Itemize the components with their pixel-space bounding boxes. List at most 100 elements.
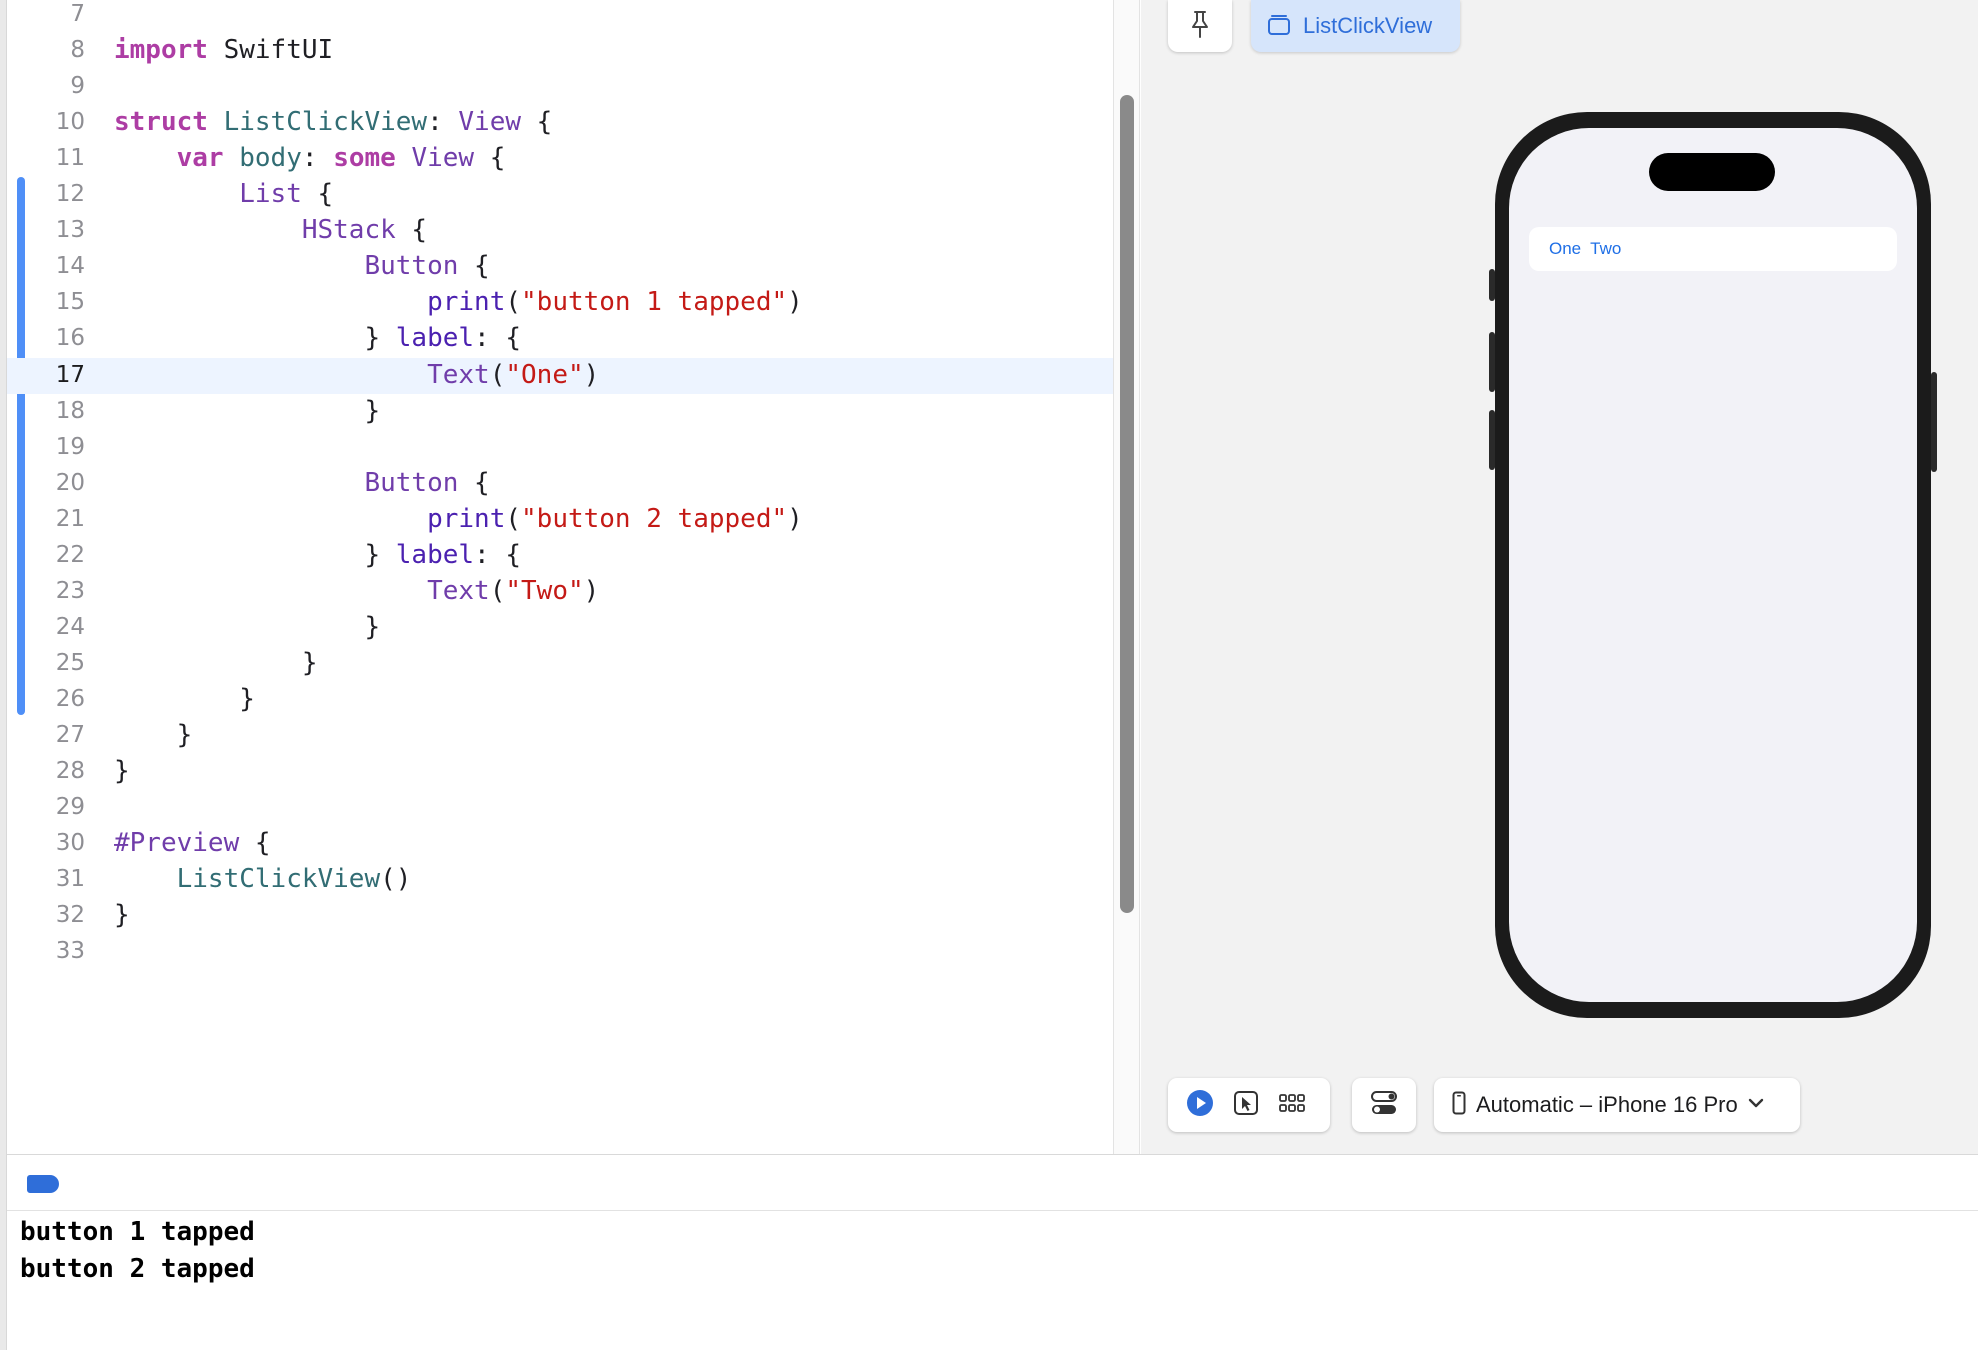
code-token: Text — [427, 575, 490, 606]
line-number: 25 — [55, 649, 85, 676]
iphone-simulator-frame: One Two — [1489, 112, 1937, 1018]
code-line[interactable]: 13 HStack { — [7, 213, 1113, 249]
code-token: { — [395, 215, 428, 246]
code-line[interactable]: 15 print("button 1 tapped") — [7, 285, 1113, 321]
code-line[interactable]: 19 — [7, 430, 1113, 466]
code-line[interactable]: 31 ListClickView() — [7, 862, 1113, 898]
debug-console[interactable]: button 1 tapped button 2 tapped — [7, 1154, 1978, 1350]
code-token: Button — [364, 251, 459, 282]
variants-button[interactable] — [1269, 1078, 1315, 1132]
code-text: struct ListClickView: View { — [114, 107, 552, 137]
code-line[interactable]: 33 — [7, 934, 1113, 970]
code-line[interactable]: 20 Button { — [7, 466, 1113, 502]
code-token: "button 1 tapped" — [521, 287, 788, 318]
code-text: } — [114, 648, 318, 678]
code-text: ListClickView() — [114, 864, 412, 895]
code-line[interactable]: 12 List { — [7, 177, 1113, 213]
code-line[interactable]: 30 #Preview { — [7, 826, 1113, 862]
code-text: print("button 2 tapped") — [114, 504, 803, 534]
code-editor[interactable]: 7 8 import SwiftUI 9 10 struct ListClickView:… — [7, 0, 1113, 1154]
canvas-settings-button[interactable] — [1352, 1078, 1416, 1132]
code-token: { — [474, 143, 506, 174]
code-token: ( — [505, 287, 522, 318]
console-output-line: button 1 tapped — [20, 1217, 255, 1247]
code-line[interactable]: 27 } — [7, 718, 1113, 754]
code-line[interactable]: 10 struct ListClickView: View { — [7, 105, 1113, 141]
live-preview-button[interactable] — [1177, 1078, 1223, 1132]
console-filter-tag[interactable] — [27, 1175, 59, 1193]
code-token: #Preview — [114, 828, 240, 859]
code-token: View — [458, 107, 522, 138]
code-text: } — [114, 684, 255, 714]
phone-action-button — [1489, 269, 1495, 301]
cursor-select-icon — [1233, 1090, 1259, 1121]
code-token: } — [114, 395, 381, 426]
code-line[interactable]: 28} — [7, 754, 1113, 790]
code-line[interactable]: 14 Button { — [7, 249, 1113, 285]
code-line[interactable]: 18 } — [7, 394, 1113, 430]
code-token: ) — [583, 575, 600, 606]
code-line[interactable]: 26 } — [7, 682, 1113, 718]
code-line[interactable]: 24 } — [7, 610, 1113, 646]
phone-screen[interactable]: One Two — [1509, 128, 1917, 1002]
editor-scrollbar-thumb[interactable] — [1120, 95, 1134, 913]
code-line[interactable]: 16 } label: { — [7, 321, 1113, 357]
code-token: } — [114, 756, 130, 787]
code-token: List — [239, 179, 302, 210]
code-line[interactable]: 8 import SwiftUI — [7, 33, 1113, 69]
code-text: } — [114, 612, 380, 642]
code-token: { — [458, 251, 490, 282]
code-line[interactable]: 32} — [7, 898, 1113, 934]
code-text: } — [114, 720, 193, 750]
code-line[interactable]: 22 } label: { — [7, 538, 1113, 574]
list-row[interactable]: One Two — [1529, 227, 1897, 271]
chevron-down-icon — [1748, 1096, 1764, 1114]
code-token: ) — [787, 503, 803, 534]
code-token: body — [239, 143, 302, 174]
line-number: 27 — [55, 722, 85, 748]
pin-preview-button[interactable] — [1168, 0, 1232, 52]
line-number: 31 — [55, 866, 85, 893]
code-line[interactable]: 25 } — [7, 646, 1113, 682]
line-number: 29 — [55, 794, 85, 821]
code-text: } label: { — [114, 323, 521, 353]
list-button-one[interactable]: One — [1549, 239, 1581, 259]
phone-volume-up-button — [1489, 332, 1495, 392]
code-text: Button { — [114, 251, 490, 282]
code-token: () — [380, 864, 412, 895]
preview-tab[interactable]: ListClickView — [1251, 0, 1460, 52]
line-number: 15 — [55, 289, 85, 316]
line-number: 23 — [55, 577, 85, 604]
code-line[interactable]: 11 var body: some View { — [7, 141, 1113, 177]
selectable-mode-button[interactable] — [1223, 1078, 1269, 1132]
code-line[interactable]: 23 Text("Two") — [7, 574, 1113, 610]
code-line[interactable]: 29 — [7, 790, 1113, 826]
line-number: 8 — [70, 37, 85, 64]
line-number: 11 — [55, 145, 85, 172]
code-line[interactable]: 9 — [7, 69, 1113, 105]
code-token: } — [114, 647, 318, 678]
device-selector-label: Automatic – iPhone 16 Pro — [1476, 1092, 1738, 1117]
code-token: some — [333, 143, 396, 174]
code-token: SwiftUI — [207, 35, 334, 66]
device-selector[interactable]: Automatic – iPhone 16 Pro — [1434, 1078, 1800, 1132]
list-button-two[interactable]: Two — [1590, 239, 1621, 259]
code-token: { — [239, 828, 271, 859]
code-line[interactable]: 21 print("button 2 tapped") — [7, 502, 1113, 538]
code-token: "Two" — [505, 575, 584, 606]
phone-side-button — [1931, 372, 1937, 472]
line-number: 26 — [55, 685, 85, 712]
code-line[interactable]: 17 Text("One") — [7, 357, 1113, 394]
code-token: print — [427, 503, 506, 534]
code-line[interactable]: 7 — [7, 0, 1113, 33]
code-text: Text("Two") — [114, 576, 599, 606]
code-token: { — [458, 467, 490, 498]
code-token: } — [114, 539, 396, 570]
code-text: } — [114, 900, 130, 930]
